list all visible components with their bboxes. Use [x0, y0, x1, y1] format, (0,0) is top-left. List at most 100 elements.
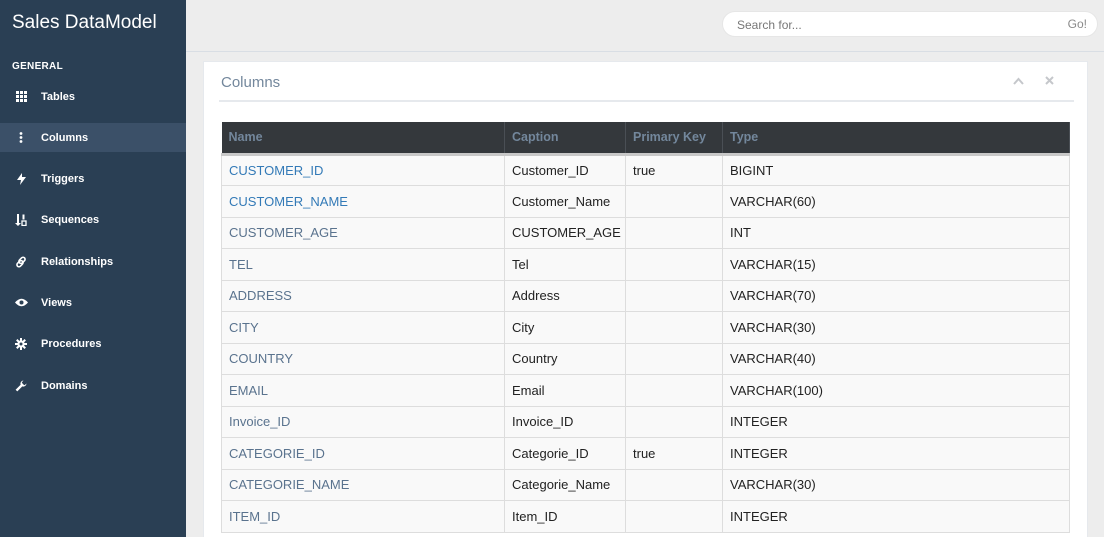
caption-cell: Tel — [504, 248, 626, 281]
caption-cell: Categorie_Name — [504, 468, 626, 501]
bolt-icon — [14, 172, 28, 186]
table-row[interactable]: CUSTOMER_NAME Customer_Name VARCHAR(60) — [221, 185, 1070, 218]
column-name-cell[interactable]: CITY — [221, 311, 505, 344]
table-row[interactable]: CUSTOMER_AGE CUSTOMER_AGE INT — [221, 216, 1070, 249]
sidebar-item-label: Domains — [41, 379, 88, 392]
caption-cell: Customer_Name — [504, 185, 626, 218]
search-go-button[interactable]: Go! — [1068, 17, 1087, 31]
search-box: Go! — [722, 11, 1098, 37]
type-cell: VARCHAR(30) — [722, 468, 1070, 501]
table-row[interactable]: ITEM_ID Item_ID INTEGER — [221, 500, 1070, 533]
sidebar-item-label: Procedures — [41, 338, 102, 351]
app-title[interactable]: Sales DataModel — [12, 12, 157, 34]
type-cell: VARCHAR(70) — [722, 279, 1070, 312]
type-cell: INTEGER — [722, 500, 1070, 533]
primary-key-cell — [625, 405, 723, 438]
chevron-up-icon[interactable] — [1011, 74, 1025, 88]
sidebar-item-columns[interactable]: Columns — [0, 123, 186, 153]
close-icon[interactable] — [1042, 74, 1056, 88]
sort-numeric-icon — [14, 213, 28, 227]
column-header-name[interactable]: Name — [221, 122, 505, 156]
type-cell: INTEGER — [722, 405, 1070, 438]
sidebar-item-label: Relationships — [41, 255, 114, 268]
sidebar-nav: Tables Columns Triggers Sequences Relati… — [0, 82, 186, 412]
table-header: Name Caption Primary Key Type — [221, 122, 1070, 156]
column-name-cell[interactable]: EMAIL — [221, 374, 505, 407]
primary-key-cell — [625, 342, 723, 375]
table-row[interactable]: COUNTRY Country VARCHAR(40) — [221, 342, 1070, 375]
sidebar-item-procedures[interactable]: Procedures — [0, 330, 186, 359]
caption-cell: Categorie_ID — [504, 437, 626, 470]
table-row[interactable]: TEL Tel VARCHAR(15) — [221, 248, 1070, 281]
column-name-cell[interactable]: CATEGORIE_ID — [221, 437, 505, 470]
sidebar-item-triggers[interactable]: Triggers — [0, 165, 186, 194]
primary-key-cell: true — [625, 437, 723, 470]
sidebar: Sales DataModel GENERAL Tables Columns T… — [0, 0, 186, 537]
caption-cell: Country — [504, 342, 626, 375]
caption-cell: CUSTOMER_AGE — [504, 216, 626, 249]
primary-key-cell — [625, 311, 723, 344]
table-row[interactable]: Invoice_ID Invoice_ID INTEGER — [221, 405, 1070, 438]
table-body: CUSTOMER_ID Customer_ID true BIGINT CUSTOMER… — [221, 153, 1070, 533]
sidebar-item-label: Sequences — [41, 214, 100, 227]
column-name-cell[interactable]: CUSTOMER_AGE — [221, 216, 505, 249]
top-bar: Go! — [186, 0, 1104, 52]
sidebar-item-label: Views — [41, 296, 72, 309]
search-input[interactable] — [737, 16, 1037, 33]
primary-key-cell — [625, 216, 723, 249]
type-cell: BIGINT — [722, 153, 1070, 186]
table-row[interactable]: CITY City VARCHAR(30) — [221, 311, 1070, 344]
column-name-cell[interactable]: ITEM_ID — [221, 500, 505, 533]
column-header-caption[interactable]: Caption — [504, 122, 626, 156]
type-cell: VARCHAR(60) — [722, 185, 1070, 218]
column-name-cell[interactable]: CATEGORIE_NAME — [221, 468, 505, 501]
caption-cell: Customer_ID — [504, 153, 626, 186]
cog-icon — [14, 337, 28, 351]
caption-cell: City — [504, 311, 626, 344]
sidebar-item-sequences[interactable]: Sequences — [0, 206, 186, 235]
type-cell: VARCHAR(15) — [722, 248, 1070, 281]
primary-key-cell — [625, 374, 723, 407]
table-row[interactable]: CUSTOMER_ID Customer_ID true BIGINT — [221, 153, 1070, 186]
table-row[interactable]: EMAIL Email VARCHAR(100) — [221, 374, 1070, 407]
primary-key-cell — [625, 500, 723, 533]
sidebar-item-tables[interactable]: Tables — [0, 82, 186, 111]
sidebar-item-label: Tables — [41, 90, 76, 103]
columns-table: Name Caption Primary Key Type CUSTOMER_I… — [221, 122, 1070, 533]
wrench-icon — [14, 379, 28, 393]
eye-icon — [14, 296, 28, 310]
type-cell: VARCHAR(40) — [722, 342, 1070, 375]
panel-divider — [219, 100, 1074, 102]
ellipsis-vertical-icon — [14, 131, 28, 145]
sidebar-item-domains[interactable]: Domains — [0, 371, 186, 400]
column-name-cell[interactable]: CUSTOMER_NAME — [221, 185, 505, 218]
sidebar-item-relationships[interactable]: Relationships — [0, 247, 186, 276]
column-name-cell[interactable]: Invoice_ID — [221, 405, 505, 438]
type-cell: VARCHAR(30) — [722, 311, 1070, 344]
type-cell: VARCHAR(100) — [722, 374, 1070, 407]
link-icon — [14, 255, 28, 269]
type-cell: INT — [722, 216, 1070, 249]
table-row[interactable]: CATEGORIE_ID Categorie_ID true INTEGER — [221, 437, 1070, 470]
column-name-cell[interactable]: CUSTOMER_ID — [221, 153, 505, 186]
sidebar-item-label: Columns — [41, 131, 89, 144]
column-name-cell[interactable]: TEL — [221, 248, 505, 281]
primary-key-cell — [625, 279, 723, 312]
caption-cell: Invoice_ID — [504, 405, 626, 438]
table-row[interactable]: CATEGORIE_NAME Categorie_Name VARCHAR(30) — [221, 468, 1070, 501]
grid-icon — [14, 90, 28, 104]
column-name-cell[interactable]: COUNTRY — [221, 342, 505, 375]
primary-key-cell: true — [625, 153, 723, 186]
type-cell: INTEGER — [722, 437, 1070, 470]
column-header-type[interactable]: Type — [722, 122, 1070, 156]
primary-key-cell — [625, 248, 723, 281]
columns-table-wrapper: Name Caption Primary Key Type CUSTOMER_I… — [221, 122, 1070, 533]
table-row[interactable]: ADDRESS Address VARCHAR(70) — [221, 279, 1070, 312]
caption-cell: Address — [504, 279, 626, 312]
sidebar-item-views[interactable]: Views — [0, 288, 186, 317]
sidebar-section-title: GENERAL — [12, 61, 63, 72]
caption-cell: Item_ID — [504, 500, 626, 533]
primary-key-cell — [625, 468, 723, 501]
column-header-primary-key[interactable]: Primary Key — [625, 122, 723, 156]
column-name-cell[interactable]: ADDRESS — [221, 279, 505, 312]
